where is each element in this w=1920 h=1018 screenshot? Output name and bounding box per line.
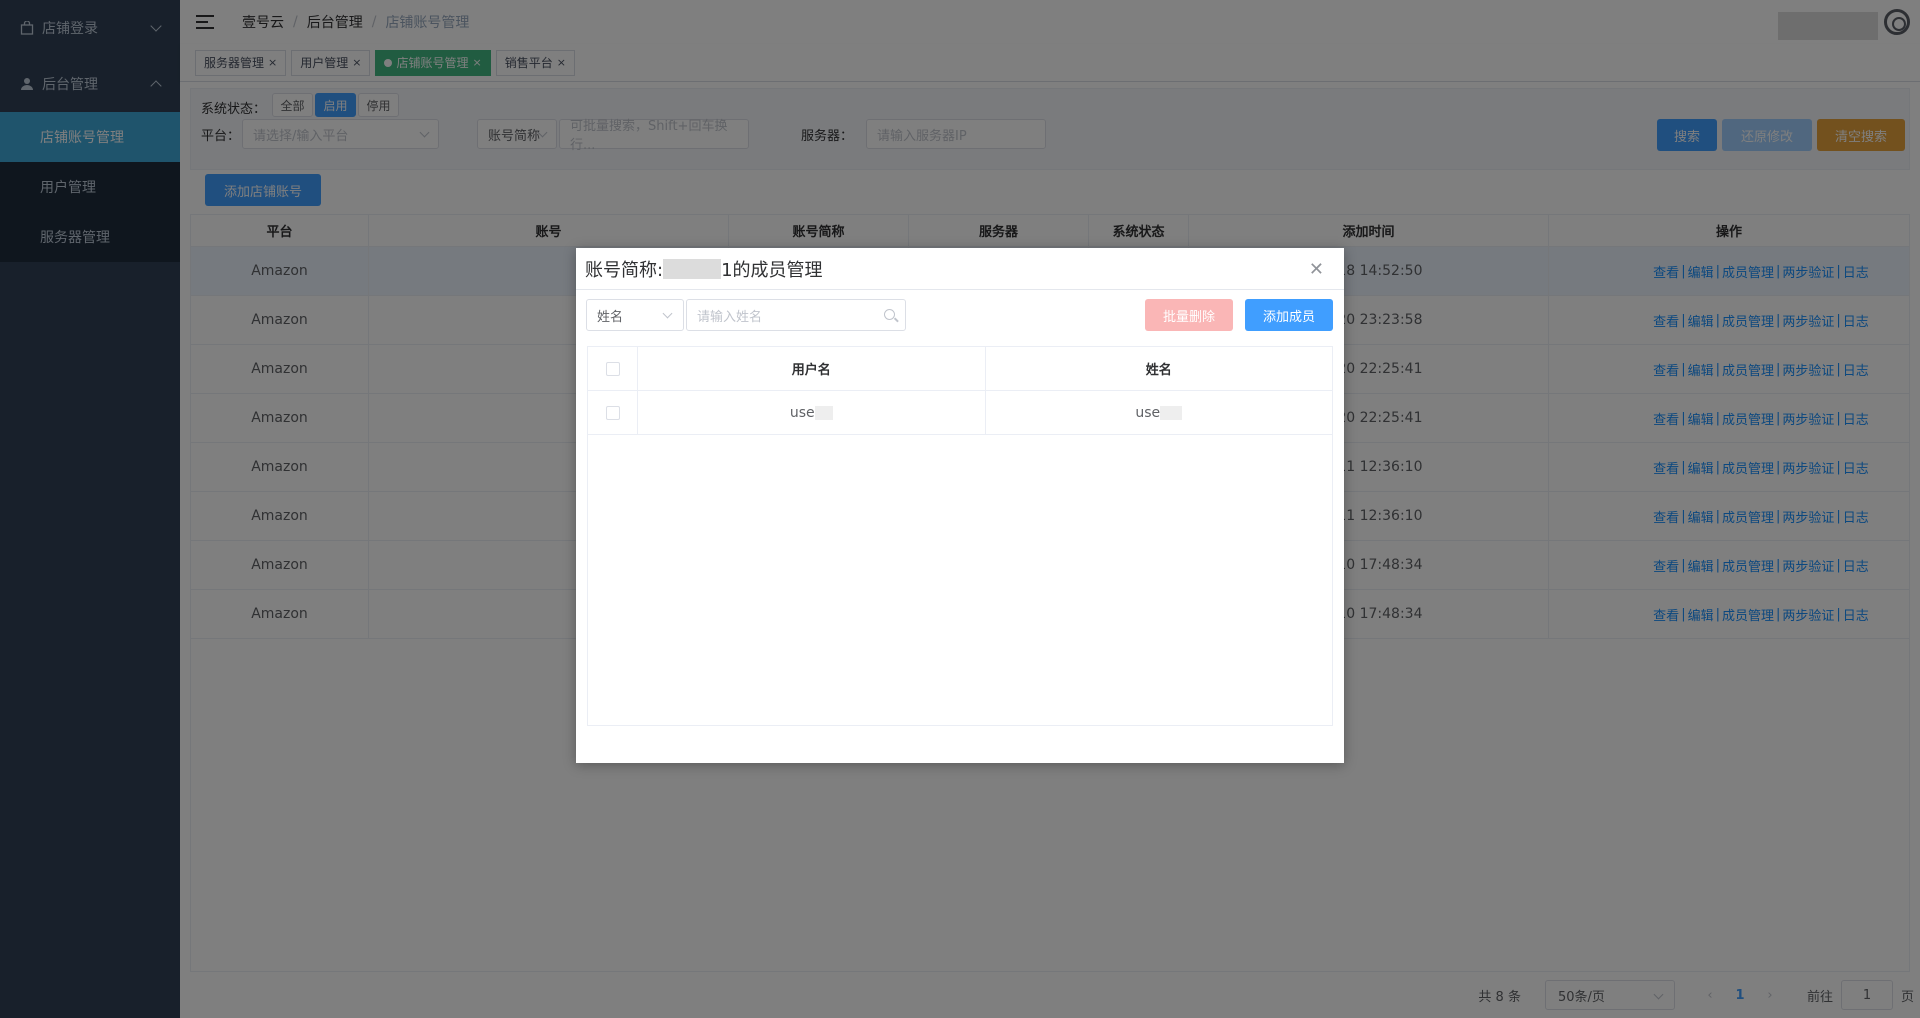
table-row: use use bbox=[588, 391, 1332, 435]
batch-delete-button[interactable]: 批量删除 bbox=[1145, 299, 1233, 331]
name-text: use bbox=[1135, 404, 1161, 421]
add-member-button[interactable]: 添加成员 bbox=[1245, 299, 1333, 331]
member-management-dialog: 账号简称: 1的成员管理 ✕ 姓名 请输入姓名 批量删除 添加成员 用户名 姓名… bbox=[576, 248, 1344, 763]
username-cell: use bbox=[638, 391, 986, 434]
row-checkbox[interactable] bbox=[588, 391, 638, 434]
name-cell: use bbox=[986, 391, 1333, 434]
username-text: use bbox=[789, 404, 815, 421]
name-search-placeholder: 请输入姓名 bbox=[697, 309, 763, 325]
select-all-checkbox[interactable] bbox=[588, 347, 638, 390]
chevron-down-icon bbox=[662, 308, 673, 319]
redacted-account-name bbox=[663, 258, 722, 279]
redacted-text bbox=[814, 405, 833, 420]
search-icon[interactable] bbox=[884, 309, 895, 320]
dialog-title-prefix: 账号简称: bbox=[585, 259, 664, 281]
table-header: 用户名 姓名 bbox=[588, 347, 1332, 391]
search-field-value: 姓名 bbox=[597, 309, 624, 325]
column-header: 姓名 bbox=[1145, 363, 1172, 378]
dialog-toolbar: 姓名 请输入姓名 批量删除 添加成员 bbox=[576, 290, 1344, 334]
dialog-header: 账号简称: 1的成员管理 ✕ bbox=[576, 248, 1344, 290]
close-icon[interactable]: ✕ bbox=[1309, 259, 1324, 280]
members-table: 用户名 姓名 use use bbox=[587, 346, 1333, 726]
search-field-select[interactable]: 姓名 bbox=[586, 299, 684, 331]
name-search-input[interactable]: 请输入姓名 bbox=[686, 299, 906, 331]
redacted-text bbox=[1160, 405, 1183, 420]
column-header: 用户名 bbox=[638, 347, 986, 390]
dialog-title-suffix: 1的成员管理 bbox=[721, 259, 823, 281]
